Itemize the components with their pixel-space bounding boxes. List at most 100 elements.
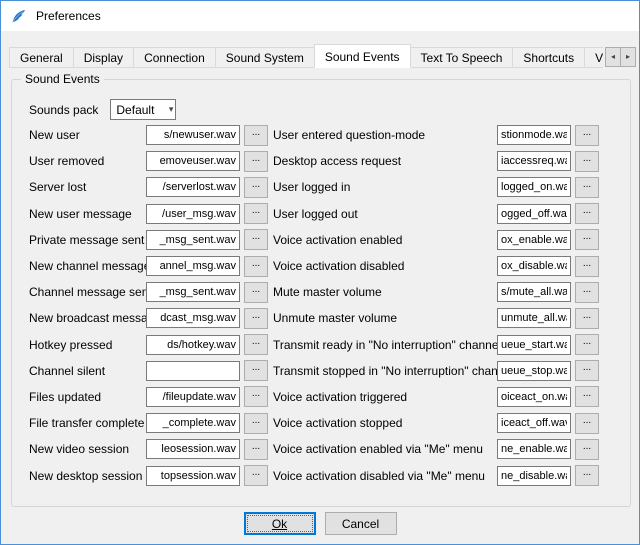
browse-button[interactable]: ...: [244, 360, 268, 381]
browse-button[interactable]: ...: [575, 282, 599, 303]
sound-event-label: Voice activation stopped: [273, 416, 497, 430]
sound-event-row: Files updated ...: [29, 384, 269, 410]
sounds-pack-label: Sounds pack: [29, 103, 98, 117]
browse-button[interactable]: ...: [575, 229, 599, 250]
sound-file-input[interactable]: [497, 439, 571, 459]
browse-button[interactable]: ...: [575, 308, 599, 329]
browse-button[interactable]: ...: [244, 413, 268, 434]
browse-button[interactable]: ...: [575, 386, 599, 407]
sound-event-label: User logged out: [273, 207, 497, 221]
tab-shortcuts[interactable]: Shortcuts: [512, 47, 585, 68]
browse-button[interactable]: ...: [244, 151, 268, 172]
sound-file-input[interactable]: [497, 230, 571, 250]
sound-file-input[interactable]: [146, 361, 240, 381]
browse-button[interactable]: ...: [575, 256, 599, 277]
sound-file-input[interactable]: [146, 282, 240, 302]
tab-display[interactable]: Display: [73, 47, 134, 68]
sound-file-input[interactable]: [497, 125, 571, 145]
browse-button[interactable]: ...: [244, 334, 268, 355]
sound-file-input[interactable]: [497, 256, 571, 276]
sound-event-row: Channel message sent ...: [29, 279, 269, 305]
chevron-left-icon: ◂: [611, 52, 615, 61]
browse-button[interactable]: ...: [244, 439, 268, 460]
sound-file-input[interactable]: [146, 387, 240, 407]
ok-button[interactable]: Ok: [244, 512, 316, 535]
chevron-right-icon: ▸: [626, 52, 630, 61]
dialog-footer: Ok Cancel: [1, 512, 639, 535]
sound-event-label: Hotkey pressed: [29, 338, 146, 352]
tab-video[interactable]: Video: [584, 47, 603, 68]
sound-file-input[interactable]: [497, 177, 571, 197]
sound-file-input[interactable]: [146, 204, 240, 224]
sound-event-row: User entered question-mode ...: [273, 122, 603, 148]
browse-button[interactable]: ...: [244, 177, 268, 198]
browse-button[interactable]: ...: [244, 465, 268, 486]
sound-file-input[interactable]: [146, 125, 240, 145]
sound-event-label: Channel message sent: [29, 285, 146, 299]
browse-button[interactable]: ...: [244, 282, 268, 303]
browse-button[interactable]: ...: [575, 360, 599, 381]
browse-button[interactable]: ...: [244, 125, 268, 146]
sound-event-row: Voice activation enabled ...: [273, 227, 603, 253]
tab-connection[interactable]: Connection: [133, 47, 216, 68]
titlebar: Preferences: [1, 1, 639, 31]
sound-file-input[interactable]: [497, 282, 571, 302]
sound-event-label: New user: [29, 128, 146, 142]
sound-event-label: Voice activation enabled: [273, 233, 497, 247]
sound-file-input[interactable]: [497, 361, 571, 381]
tab-sound-events[interactable]: Sound Events: [314, 44, 411, 68]
sounds-pack-select[interactable]: Default ▾: [110, 99, 176, 120]
tab-text-to-speech[interactable]: Text To Speech: [410, 47, 514, 68]
sound-file-input[interactable]: [146, 335, 240, 355]
sound-file-input[interactable]: [146, 177, 240, 197]
browse-button[interactable]: ...: [244, 229, 268, 250]
sound-file-input[interactable]: [146, 151, 240, 171]
sound-event-label: New video session: [29, 442, 146, 456]
tab-scroll-left-button[interactable]: ◂: [605, 47, 621, 67]
browse-button[interactable]: ...: [244, 256, 268, 277]
tab-general[interactable]: General: [9, 47, 74, 68]
browse-button[interactable]: ...: [575, 439, 599, 460]
sound-file-input[interactable]: [497, 151, 571, 171]
browse-button[interactable]: ...: [575, 125, 599, 146]
sound-file-input[interactable]: [497, 204, 571, 224]
sound-event-row: Unmute master volume ...: [273, 305, 603, 331]
browse-button[interactable]: ...: [575, 334, 599, 355]
sound-file-input[interactable]: [497, 335, 571, 355]
sound-event-label: Private message sent: [29, 233, 146, 247]
sound-file-input[interactable]: [146, 308, 240, 328]
sound-event-row: New broadcast message ...: [29, 305, 269, 331]
sound-file-input[interactable]: [146, 439, 240, 459]
sound-event-row: Private message sent ...: [29, 227, 269, 253]
sound-file-input[interactable]: [497, 466, 571, 486]
sound-event-label: Server lost: [29, 180, 146, 194]
sound-event-row: Hotkey pressed ...: [29, 332, 269, 358]
sound-event-label: Voice activation triggered: [273, 390, 497, 404]
tab-bar: GeneralDisplayConnectionSound SystemSoun…: [9, 44, 603, 68]
browse-button[interactable]: ...: [575, 413, 599, 434]
sound-event-label: File transfer complete: [29, 416, 146, 430]
sound-event-row: Voice activation disabled via "Me" menu …: [273, 462, 603, 488]
browse-button[interactable]: ...: [575, 177, 599, 198]
sound-file-input[interactable]: [497, 413, 571, 433]
sound-file-input[interactable]: [146, 466, 240, 486]
sound-file-input[interactable]: [497, 387, 571, 407]
sound-event-label: New desktop session: [29, 469, 146, 483]
sound-file-input[interactable]: [146, 256, 240, 276]
sound-event-label: Transmit stopped in "No interruption" ch…: [273, 364, 497, 378]
sound-event-label: New user message: [29, 207, 146, 221]
browse-button[interactable]: ...: [575, 151, 599, 172]
browse-button[interactable]: ...: [244, 386, 268, 407]
browse-button[interactable]: ...: [575, 203, 599, 224]
browse-button[interactable]: ...: [244, 203, 268, 224]
sound-file-input[interactable]: [497, 308, 571, 328]
sound-file-input[interactable]: [146, 230, 240, 250]
tab-scroll-right-button[interactable]: ▸: [620, 47, 636, 67]
tab-sound-system[interactable]: Sound System: [215, 47, 315, 68]
sound-event-row: Transmit ready in "No interruption" chan…: [273, 332, 603, 358]
browse-button[interactable]: ...: [244, 308, 268, 329]
sound-file-input[interactable]: [146, 413, 240, 433]
sound-event-label: New channel message: [29, 259, 146, 273]
cancel-button[interactable]: Cancel: [325, 512, 397, 535]
browse-button[interactable]: ...: [575, 465, 599, 486]
